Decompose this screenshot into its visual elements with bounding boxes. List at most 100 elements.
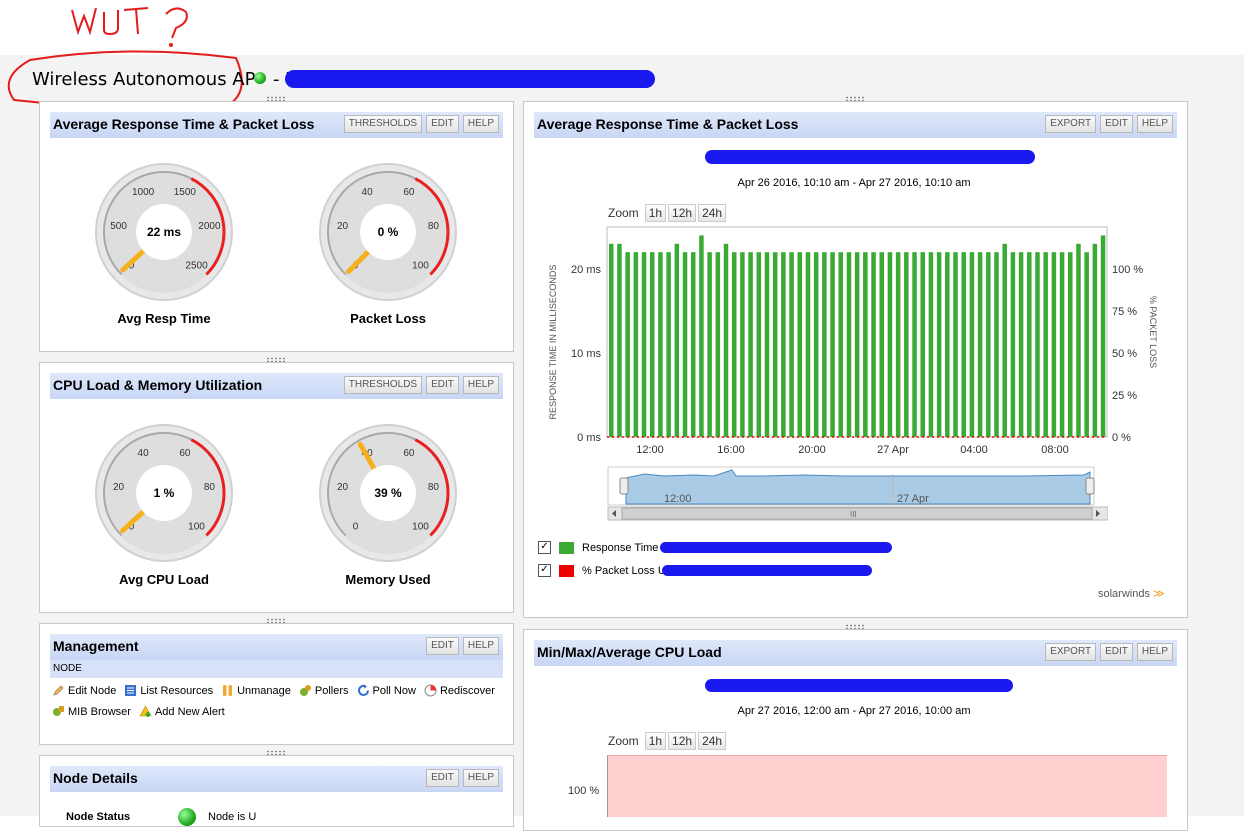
chart-date-range: Apr 27 2016, 12:00 am - Apr 27 2016, 10:…	[737, 705, 971, 717]
response-time-bar	[871, 252, 876, 437]
edit-button[interactable]: EDIT	[426, 637, 459, 655]
edit-button[interactable]: EDIT	[1100, 115, 1133, 133]
response-time-bar	[953, 252, 958, 437]
zoom-24h-button[interactable]: 24h	[698, 204, 727, 222]
mib-browser-link[interactable]: MIB Browser	[52, 705, 131, 718]
edit-button[interactable]: EDIT	[426, 376, 459, 394]
response-time-bar	[772, 252, 778, 437]
response-time-bar	[994, 252, 999, 437]
zoom-24h-button[interactable]: 24h	[698, 732, 727, 750]
chart-date-range: Apr 26 2016, 10:10 am - Apr 27 2016, 10:…	[737, 177, 971, 189]
response-time-bar	[904, 252, 909, 437]
response-time-bar	[715, 252, 721, 437]
gauge-tick-label: 40	[362, 187, 374, 198]
drag-handle[interactable]	[845, 96, 865, 101]
action-label: Unmanage	[237, 684, 291, 697]
zoom-1h-button[interactable]: 1h	[644, 204, 667, 222]
page-title: Wireless Autonomous AP	[32, 69, 256, 90]
legend-checkbox[interactable]: ✓	[538, 564, 551, 577]
response-time-bar	[830, 252, 835, 437]
rediscover-link[interactable]: Rediscover	[424, 684, 495, 697]
response-time-bar	[748, 252, 753, 437]
drag-handle[interactable]	[266, 357, 286, 362]
cpu-chart-plot-area	[607, 755, 1167, 817]
gauge-tick-label: 80	[204, 482, 216, 493]
memory-used-gauge: 02040608010039 %	[319, 424, 457, 562]
poll-now-link[interactable]: Poll Now	[357, 684, 416, 697]
add-new-alert-link[interactable]: Add New Alert	[139, 705, 225, 718]
response-time-chart: 0 ms 10 ms 20 ms 0 % 25 % 50 % 75 % 100 % 12:00 1…	[548, 226, 1158, 456]
chart-navigator[interactable]: 12:00 27 Apr III	[604, 464, 1108, 524]
list-resources-link[interactable]: List Resources	[124, 684, 213, 697]
unmanage-link[interactable]: Unmanage	[221, 684, 291, 697]
redaction-mark	[705, 150, 1035, 164]
edit-node-link[interactable]: Edit Node	[52, 684, 116, 697]
gauge-value: 22 ms	[147, 225, 181, 239]
response-time-bar	[723, 243, 729, 437]
zoom-label: Zoom	[608, 206, 639, 220]
navigator-right-handle[interactable]	[1085, 477, 1095, 495]
gauge-value: 0 %	[378, 225, 399, 239]
response-time-bar	[1018, 252, 1024, 437]
thresholds-button[interactable]: THRESHOLDS	[343, 115, 423, 133]
pollers-link[interactable]: Pollers	[299, 684, 349, 697]
list-icon	[125, 685, 137, 696]
gauge-tick-label: 40	[138, 448, 150, 459]
y2-axis-label: % PACKET LOSS	[1148, 296, 1158, 368]
gauge-tick-label: 60	[179, 448, 191, 459]
response-time-bar	[781, 252, 786, 437]
response-gauge-panel: Average Response Time & Packet Loss THRE…	[39, 96, 514, 352]
x-axis-tick-label: 04:00	[960, 444, 988, 456]
drag-handle[interactable]	[266, 750, 286, 755]
scrollbar-thumb[interactable]	[621, 507, 1093, 520]
node-status-icon	[178, 808, 196, 826]
response-time-bar	[977, 252, 983, 437]
help-button[interactable]: HELP	[462, 376, 499, 394]
navigator-left-handle[interactable]	[619, 477, 629, 495]
response-time-bar	[625, 252, 630, 437]
zoom-12h-button[interactable]: 12h	[668, 204, 697, 222]
panel-title: Management	[53, 638, 139, 654]
drag-handle[interactable]	[266, 618, 286, 623]
response-time-bar	[936, 252, 942, 437]
edit-button[interactable]: EDIT	[1100, 643, 1133, 661]
response-time-bar	[805, 252, 811, 437]
help-button[interactable]: HELP	[462, 637, 499, 655]
legend-label: % Packet Loss U	[582, 564, 666, 577]
drag-handle[interactable]	[266, 96, 286, 101]
help-button[interactable]: HELP	[1136, 643, 1173, 661]
drag-handle[interactable]	[845, 624, 865, 629]
cpu-memory-panel: CPU Load & Memory Utilization THRESHOLDS…	[39, 357, 514, 613]
legend-checkbox[interactable]: ✓	[538, 541, 551, 554]
thresholds-button[interactable]: THRESHOLDS	[343, 376, 423, 394]
edit-button[interactable]: EDIT	[426, 769, 459, 787]
legend-label: Response Time U	[582, 541, 670, 554]
response-time-bar	[764, 252, 770, 437]
y2-axis-tick-label: 100 %	[1112, 264, 1143, 276]
export-button[interactable]: EXPORT	[1045, 643, 1097, 661]
help-button[interactable]: HELP	[1136, 115, 1173, 133]
export-button[interactable]: EXPORT	[1045, 115, 1097, 133]
help-button[interactable]: HELP	[462, 115, 499, 133]
edit-button[interactable]: EDIT	[426, 115, 459, 133]
gauge-tick-label: 100	[188, 522, 205, 533]
legend-swatch	[559, 564, 574, 577]
response-time-bar	[674, 243, 680, 437]
response-time-bar	[649, 252, 655, 437]
panel-title: Average Response Time & Packet Loss	[53, 116, 315, 132]
navigator-label: 12:00	[664, 493, 692, 505]
help-button[interactable]: HELP	[462, 769, 499, 787]
gauge-tick-label: 20	[337, 221, 349, 232]
gauge-tick-label: 2000	[198, 221, 221, 232]
response-time-bar	[789, 252, 794, 437]
gears-icon	[299, 685, 311, 696]
gauge-label: Memory Used	[345, 572, 431, 587]
gauge-tick-label: 80	[428, 482, 440, 493]
scrollbar-grip: III	[850, 510, 857, 519]
zoom-1h-button[interactable]: 1h	[644, 732, 667, 750]
y2-axis-tick-label: 75 %	[1112, 306, 1137, 318]
gauge-tick-label: 500	[110, 221, 127, 232]
zoom-label: Zoom	[608, 734, 639, 748]
management-actions: Edit Node List Resources Unmanage Poller…	[52, 684, 522, 718]
zoom-12h-button[interactable]: 12h	[668, 732, 697, 750]
